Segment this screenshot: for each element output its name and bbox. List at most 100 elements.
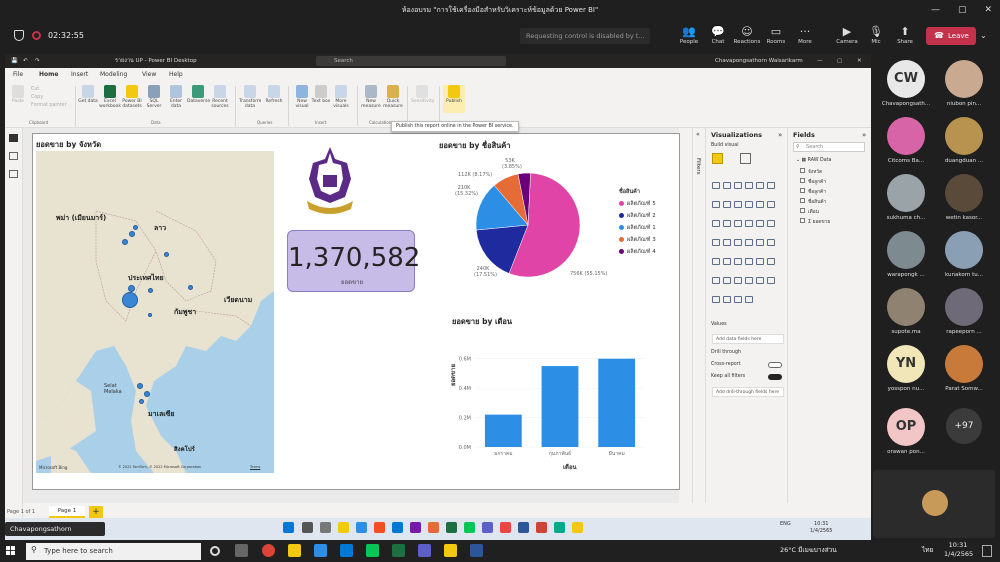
more-participants[interactable]: +97 xyxy=(934,408,994,444)
map-bubble[interactable] xyxy=(122,292,138,308)
app-icon[interactable] xyxy=(500,522,511,533)
visual-type-icon[interactable] xyxy=(745,239,753,246)
visual-type-icon[interactable] xyxy=(756,258,764,265)
field-item[interactable]: เดือน xyxy=(800,208,819,216)
request-control-button[interactable]: Requesting control is disabled by t... xyxy=(520,28,650,44)
visual-type-icon[interactable] xyxy=(767,182,775,189)
page-tab-1[interactable]: Page 1 xyxy=(49,506,85,518)
taskview-icon[interactable] xyxy=(320,522,331,533)
notification-icon[interactable] xyxy=(982,545,992,557)
visual-type-icon[interactable] xyxy=(767,201,775,208)
more-visuals-button[interactable]: More visuals xyxy=(330,85,352,109)
refresh-button[interactable]: Refresh xyxy=(263,85,285,104)
expand-icon[interactable]: « xyxy=(696,131,700,138)
bar[interactable] xyxy=(541,366,579,447)
participant-tile[interactable]: niubon pin... xyxy=(934,60,994,107)
map-bubble[interactable] xyxy=(188,285,193,290)
visual-type-icon[interactable] xyxy=(756,182,764,189)
map-bubble[interactable] xyxy=(164,252,169,257)
visual-type-icon[interactable] xyxy=(734,220,742,227)
store-icon[interactable] xyxy=(374,522,385,533)
toolbar-more[interactable]: ··· More xyxy=(790,24,820,45)
app-icon[interactable] xyxy=(554,522,565,533)
windows-start-icon[interactable] xyxy=(6,546,15,555)
onenote-icon[interactable] xyxy=(410,522,421,533)
transform-data-button[interactable]: Transform data xyxy=(239,85,261,109)
quick-measure-button[interactable]: Quick measure xyxy=(382,85,404,109)
windows-start-icon[interactable] xyxy=(283,522,294,533)
participant-tile[interactable]: OP orawan pon... xyxy=(876,408,936,455)
sql-server-button[interactable]: SQL Server xyxy=(143,85,165,109)
checkbox[interactable] xyxy=(800,168,805,173)
paste-button[interactable]: Paste xyxy=(7,85,29,104)
visual-type-icon[interactable] xyxy=(723,201,731,208)
search-icon[interactable] xyxy=(302,522,313,533)
pbi-maximize-icon[interactable]: ▢ xyxy=(837,54,842,68)
edge-icon[interactable] xyxy=(356,522,367,533)
visual-type-icon[interactable] xyxy=(712,258,720,265)
menu-help[interactable]: Help xyxy=(169,68,183,82)
legend-item[interactable]: ผลิตภัณฑ์ 2 xyxy=(619,212,656,220)
add-page-button[interactable]: + xyxy=(89,506,103,518)
visual-type-icon[interactable] xyxy=(745,296,753,303)
field-item[interactable]: ชื่อสินค้า xyxy=(800,198,826,206)
fields-search-input[interactable]: Search xyxy=(793,142,865,152)
toolbar-chat[interactable]: 💬 Chat xyxy=(703,24,733,45)
taskview-icon[interactable] xyxy=(235,544,248,557)
minimize-icon[interactable]: — xyxy=(931,0,940,20)
collapse-icon[interactable]: » xyxy=(862,131,866,139)
teams-icon[interactable] xyxy=(482,522,493,533)
weather-widget[interactable]: 26°C มีเมฆบางส่วน xyxy=(780,546,860,555)
participant-tile[interactable]: Parat Somw... xyxy=(934,345,994,392)
participant-tile[interactable]: sukhuma ch... xyxy=(876,174,936,221)
visual-type-icon[interactable] xyxy=(723,296,731,303)
field-item[interactable]: จังหวัด xyxy=(800,168,822,176)
report-view-icon[interactable] xyxy=(9,134,18,142)
map-bubble[interactable] xyxy=(133,225,138,230)
maximize-icon[interactable]: ▢ xyxy=(958,0,967,20)
map-bubble[interactable] xyxy=(137,383,143,389)
pbi-search-input[interactable]: Search xyxy=(316,56,506,66)
checkbox[interactable] xyxy=(800,198,805,203)
participant-tile[interactable]: warapongk ... xyxy=(876,231,936,278)
participant-tile[interactable]: duangduan ... xyxy=(934,117,994,164)
bar[interactable] xyxy=(484,414,522,447)
bar-chart[interactable]: 0.0M 0.2M 0.4M 0.6M มกราคม กุมภาพันธ์ มีนาคม xyxy=(445,339,650,459)
participant-tile[interactable]: YN yosspon nu... xyxy=(876,345,936,392)
powerbi-icon[interactable] xyxy=(572,522,583,533)
legend-item[interactable]: ผลิตภัณฑ์ 3 xyxy=(619,236,656,244)
menu-insert[interactable]: Insert xyxy=(71,68,88,82)
mail-icon[interactable] xyxy=(340,544,353,557)
new-measure-button[interactable]: New measure xyxy=(360,85,382,109)
visual-type-icon[interactable] xyxy=(712,220,720,227)
format-painter-button[interactable]: Format painter xyxy=(31,103,67,108)
redo-icon[interactable]: ↷ xyxy=(35,54,40,68)
map-bubble[interactable] xyxy=(128,285,135,292)
participant-tile[interactable]: wetin kasor... xyxy=(934,174,994,221)
excel-workbook-button[interactable]: Excel workbook xyxy=(99,85,121,109)
visual-type-icon[interactable] xyxy=(723,220,731,227)
visual-type-icon[interactable] xyxy=(723,258,731,265)
visual-type-icon[interactable] xyxy=(745,220,753,227)
toolbar-mic[interactable]: 🎙 Mic xyxy=(861,24,891,45)
word-icon[interactable] xyxy=(518,522,529,533)
keep-filters-toggle[interactable] xyxy=(768,374,782,380)
visual-type-icon[interactable] xyxy=(756,201,764,208)
visual-type-icon[interactable] xyxy=(734,258,742,265)
field-item[interactable]: ชื่อลูกค้า xyxy=(800,188,826,196)
checkbox[interactable] xyxy=(800,208,805,213)
visual-type-icon[interactable] xyxy=(723,182,731,189)
visual-type-icon[interactable] xyxy=(734,277,742,284)
excel-icon[interactable] xyxy=(392,544,405,557)
get-data-button[interactable]: Get data xyxy=(77,85,99,104)
recent-sources-button[interactable]: Recent sources xyxy=(209,85,231,109)
model-view-icon[interactable] xyxy=(9,170,18,178)
visual-type-icon[interactable] xyxy=(734,296,742,303)
filters-pane-collapsed[interactable]: « Filters xyxy=(692,128,706,503)
legend-item[interactable]: ผลิตภัณฑ์ 5 xyxy=(619,200,656,208)
build-visual-icon[interactable] xyxy=(712,153,723,164)
visual-type-icon[interactable] xyxy=(767,239,775,246)
visual-type-icon[interactable] xyxy=(745,277,753,284)
taskbar-search-input[interactable]: Type here to search xyxy=(26,543,201,560)
collapse-icon[interactable]: » xyxy=(778,131,782,139)
